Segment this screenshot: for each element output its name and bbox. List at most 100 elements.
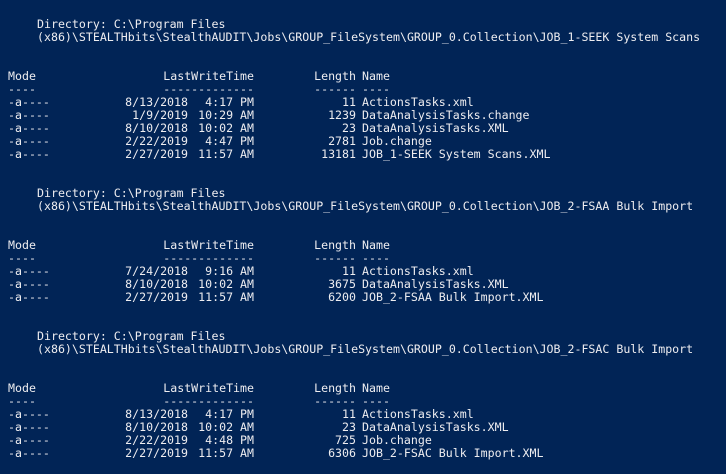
file-length: 11 bbox=[342, 265, 356, 278]
file-mode: -a---- bbox=[8, 148, 50, 161]
file-row: -a---- 2/22/2019 4:48 PM 725 Job.change bbox=[8, 434, 700, 447]
header-lastwritetime: LastWriteTime bbox=[163, 70, 254, 83]
file-length: 725 bbox=[335, 434, 356, 447]
file-date: 2/27/2019 bbox=[125, 291, 188, 304]
file-time: 4:47 PM bbox=[205, 135, 254, 148]
column-header-row: Mode LastWriteTime Length Name bbox=[8, 239, 700, 252]
file-length: 13181 bbox=[321, 148, 356, 161]
file-date: 8/10/2018 bbox=[125, 278, 188, 291]
directory-path: (x86)\STEALTHbits\StealthAUDIT\Jobs\GROU… bbox=[37, 199, 694, 213]
header-length: Length bbox=[314, 382, 356, 395]
header-lastwritetime: LastWriteTime bbox=[163, 239, 254, 252]
rule-lastwritetime: ------------- bbox=[163, 83, 254, 96]
file-time: 10:02 AM bbox=[198, 278, 254, 291]
header-name: Name bbox=[362, 239, 390, 252]
file-length: 11 bbox=[342, 408, 356, 421]
file-length: 2781 bbox=[328, 135, 356, 148]
file-date: 8/10/2018 bbox=[125, 122, 188, 135]
file-time: 11:57 AM bbox=[198, 291, 254, 304]
rule-mode: ---- bbox=[8, 395, 36, 408]
file-length: 1239 bbox=[328, 109, 356, 122]
header-mode: Mode bbox=[8, 70, 36, 83]
column-rule-row: ---- ------------- ------ ---- bbox=[8, 395, 700, 408]
rule-mode: ---- bbox=[8, 83, 36, 96]
powershell-console[interactable]: Directory: C:\Program Files (x86)\STEALT… bbox=[0, 0, 726, 474]
file-date: 7/24/2018 bbox=[125, 265, 188, 278]
directory-path: (x86)\STEALTHbits\StealthAUDIT\Jobs\GROU… bbox=[37, 30, 701, 44]
header-lastwritetime: LastWriteTime bbox=[163, 382, 254, 395]
file-mode: -a---- bbox=[8, 122, 50, 135]
header-mode: Mode bbox=[8, 239, 36, 252]
file-time: 10:02 AM bbox=[198, 421, 254, 434]
header-length: Length bbox=[314, 70, 356, 83]
rule-mode: ---- bbox=[8, 252, 36, 265]
rule-lastwritetime: ------------- bbox=[163, 252, 254, 265]
file-name: DataAnalysisTasks.XML bbox=[362, 278, 509, 291]
header-name: Name bbox=[362, 70, 390, 83]
file-mode: -a---- bbox=[8, 135, 50, 148]
file-mode: -a---- bbox=[8, 434, 50, 447]
column-header-row: Mode LastWriteTime Length Name bbox=[8, 382, 700, 395]
rule-name: ---- bbox=[362, 395, 390, 408]
console-output: Directory: C:\Program Files (x86)\STEALT… bbox=[8, 18, 700, 460]
file-mode: -a---- bbox=[8, 278, 50, 291]
column-header-row: Mode LastWriteTime Length Name bbox=[8, 70, 700, 83]
file-mode: -a---- bbox=[8, 291, 50, 304]
file-row: -a---- 8/10/2018 10:02 AM 23 DataAnalysisTas… bbox=[8, 421, 700, 434]
file-name: DataAnalysisTasks.XML bbox=[362, 122, 509, 135]
header-length: Length bbox=[314, 239, 356, 252]
file-time: 10:02 AM bbox=[198, 122, 254, 135]
file-date: 2/22/2019 bbox=[125, 434, 188, 447]
rule-length: ------ bbox=[314, 395, 356, 408]
file-time: 4:17 PM bbox=[205, 408, 254, 421]
file-length: 11 bbox=[342, 96, 356, 109]
file-row: -a---- 1/9/2019 10:29 AM 1239 DataAnalysisTa… bbox=[8, 109, 700, 122]
file-row: -a---- 8/13/2018 4:17 PM 11 ActionsTasks.xml bbox=[8, 408, 700, 421]
header-mode: Mode bbox=[8, 382, 36, 395]
file-mode: -a---- bbox=[8, 421, 50, 434]
file-name: Job.change bbox=[362, 135, 432, 148]
file-time: 11:57 AM bbox=[198, 148, 254, 161]
file-row: -a---- 2/22/2019 4:47 PM 2781 Job.change bbox=[8, 135, 700, 148]
file-row: -a---- 8/13/2018 4:17 PM 11 ActionsTasks.xml bbox=[8, 96, 700, 109]
file-name: ActionsTasks.xml bbox=[362, 265, 474, 278]
file-date: 2/22/2019 bbox=[125, 135, 188, 148]
file-row: -a---- 7/24/2018 9:16 AM 11 ActionsTasks.xml bbox=[8, 265, 700, 278]
file-date: 2/27/2019 bbox=[125, 148, 188, 161]
file-row: -a---- 2/27/2019 11:57 AM 6200 JOB_2-FSAA Bu… bbox=[8, 291, 700, 304]
file-date: 8/13/2018 bbox=[125, 408, 188, 421]
file-row: -a---- 2/27/2019 11:57 AM 13181 JOB_1-SEEK S… bbox=[8, 148, 700, 161]
file-length: 6200 bbox=[328, 291, 356, 304]
file-name: JOB_2-FSAC Bulk Import.XML bbox=[362, 447, 544, 460]
rule-lastwritetime: ------------- bbox=[163, 395, 254, 408]
file-time: 9:16 AM bbox=[205, 265, 254, 278]
header-name: Name bbox=[362, 382, 390, 395]
file-name: DataAnalysisTasks.change bbox=[362, 109, 530, 122]
file-length: 23 bbox=[342, 122, 356, 135]
file-row: -a---- 8/10/2018 10:02 AM 3675 DataAnalysisT… bbox=[8, 278, 700, 291]
file-name: JOB_2-FSAA Bulk Import.XML bbox=[362, 291, 544, 304]
column-rule-row: ---- ------------- ------ ---- bbox=[8, 83, 700, 96]
file-mode: -a---- bbox=[8, 265, 50, 278]
file-time: 10:29 AM bbox=[198, 109, 254, 122]
column-rule-row: ---- ------------- ------ ---- bbox=[8, 252, 700, 265]
file-mode: -a---- bbox=[8, 408, 50, 421]
directory-path: (x86)\STEALTHbits\StealthAUDIT\Jobs\GROU… bbox=[37, 342, 694, 356]
file-date: 8/13/2018 bbox=[125, 96, 188, 109]
file-name: DataAnalysisTasks.XML bbox=[362, 421, 509, 434]
file-length: 3675 bbox=[328, 278, 356, 291]
file-time: 4:48 PM bbox=[205, 434, 254, 447]
file-length: 6306 bbox=[328, 447, 356, 460]
rule-length: ------ bbox=[314, 83, 356, 96]
file-row: -a---- 2/27/2019 11:57 AM 6306 JOB_2-FSAC Bu… bbox=[8, 447, 700, 460]
file-row: -a---- 8/10/2018 10:02 AM 23 DataAnalysisTas… bbox=[8, 122, 700, 135]
file-name: ActionsTasks.xml bbox=[362, 96, 474, 109]
file-date: 8/10/2018 bbox=[125, 421, 188, 434]
rule-length: ------ bbox=[314, 252, 356, 265]
rule-name: ---- bbox=[362, 83, 390, 96]
